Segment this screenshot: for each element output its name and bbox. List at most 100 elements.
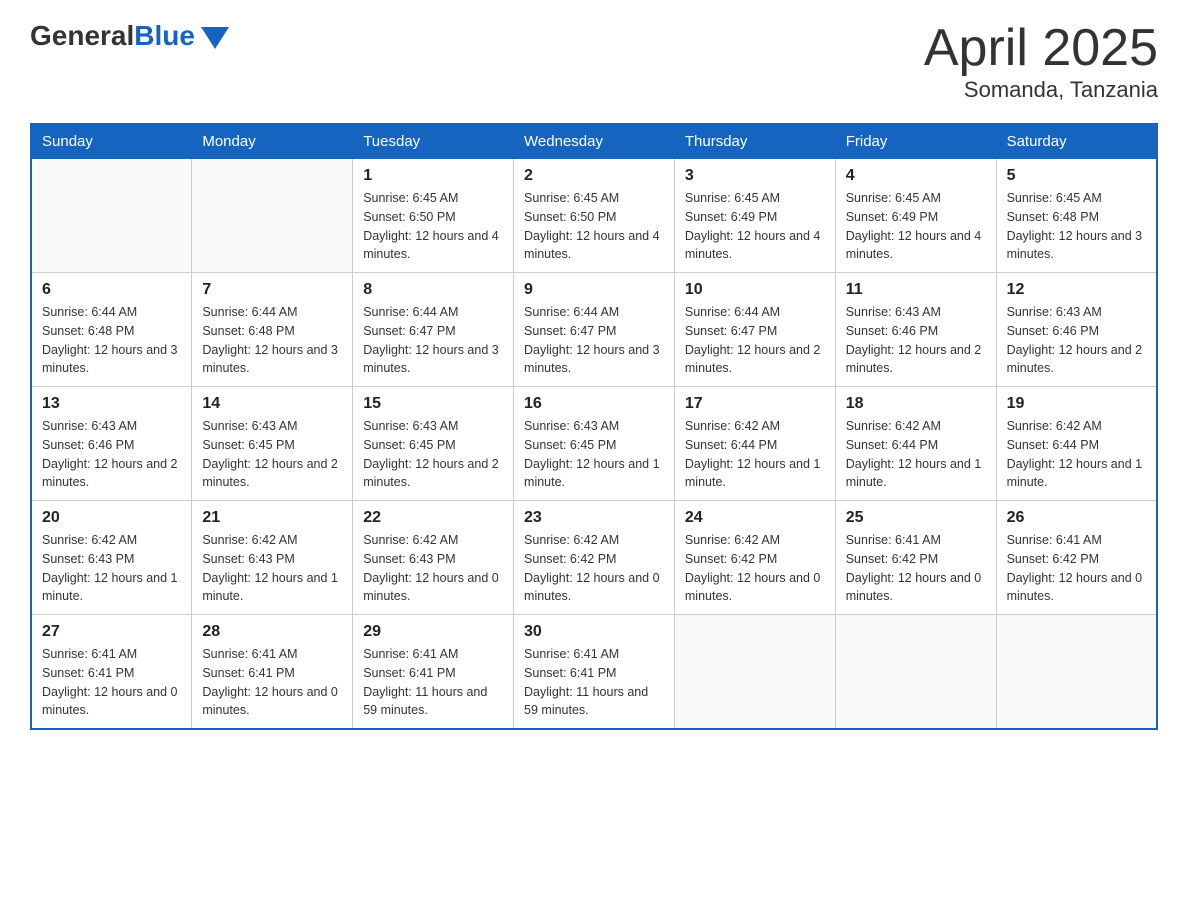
calendar-cell <box>31 159 192 273</box>
calendar-cell: 10 Sunrise: 6:44 AMSunset: 6:47 PMDayligh… <box>674 273 835 387</box>
day-number: 2 <box>524 167 664 185</box>
day-info: Sunrise: 6:42 AMSunset: 6:43 PMDaylight:… <box>202 531 342 606</box>
day-number: 6 <box>42 281 181 299</box>
title-block: April 2025 Somanda, Tanzania <box>924 20 1158 103</box>
calendar-week-row: 6 Sunrise: 6:44 AMSunset: 6:48 PMDaylight… <box>31 273 1157 387</box>
calendar-cell: 8 Sunrise: 6:44 AMSunset: 6:47 PMDaylight… <box>353 273 514 387</box>
day-number: 23 <box>524 509 664 527</box>
calendar-cell: 29Sunrise: 6:41 AMSunset: 6:41 PMDayligh… <box>353 615 514 730</box>
calendar-table: SundayMondayTuesdayWednesdayThursdayFrid… <box>30 123 1158 730</box>
day-info: Sunrise: 6:41 AMSunset: 6:42 PMDaylight:… <box>1007 531 1146 606</box>
calendar-cell: 18 Sunrise: 6:42 AMSunset: 6:44 PMDayligh… <box>835 387 996 501</box>
calendar-cell: 19 Sunrise: 6:42 AMSunset: 6:44 PMDayligh… <box>996 387 1157 501</box>
day-info: Sunrise: 6:41 AMSunset: 6:41 PMDaylight:… <box>202 645 342 720</box>
weekday-header-saturday: Saturday <box>996 124 1157 159</box>
day-info: Sunrise: 6:42 AMSunset: 6:44 PMDaylight:… <box>846 417 986 492</box>
day-number: 19 <box>1007 395 1146 413</box>
day-info: Sunrise: 6:45 AMSunset: 6:49 PMDaylight:… <box>685 189 825 264</box>
day-info: Sunrise: 6:43 AMSunset: 6:45 PMDaylight:… <box>363 417 503 492</box>
day-info: Sunrise: 6:45 AMSunset: 6:48 PMDaylight:… <box>1007 189 1146 264</box>
day-info: Sunrise: 6:44 AMSunset: 6:47 PMDaylight:… <box>524 303 664 378</box>
calendar-cell <box>996 615 1157 730</box>
day-info: Sunrise: 6:43 AMSunset: 6:45 PMDaylight:… <box>524 417 664 492</box>
day-info: Sunrise: 6:44 AMSunset: 6:47 PMDaylight:… <box>363 303 503 378</box>
weekday-header-sunday: Sunday <box>31 124 192 159</box>
calendar-title: April 2025 <box>924 20 1158 77</box>
day-number: 7 <box>202 281 342 299</box>
day-number: 25 <box>846 509 986 527</box>
day-info: Sunrise: 6:42 AMSunset: 6:42 PMDaylight:… <box>685 531 825 606</box>
day-info: Sunrise: 6:43 AMSunset: 6:46 PMDaylight:… <box>1007 303 1146 378</box>
logo-blue-text: Blue <box>134 20 195 51</box>
calendar-week-row: 20 Sunrise: 6:42 AMSunset: 6:43 PMDayligh… <box>31 501 1157 615</box>
calendar-header-row: SundayMondayTuesdayWednesdayThursdayFrid… <box>31 124 1157 159</box>
day-number: 24 <box>685 509 825 527</box>
day-number: 3 <box>685 167 825 185</box>
day-info: Sunrise: 6:42 AMSunset: 6:42 PMDaylight:… <box>524 531 664 606</box>
day-number: 15 <box>363 395 503 413</box>
day-number: 8 <box>363 281 503 299</box>
calendar-cell: 5 Sunrise: 6:45 AMSunset: 6:48 PMDaylight… <box>996 159 1157 273</box>
calendar-cell: 26 Sunrise: 6:41 AMSunset: 6:42 PMDayligh… <box>996 501 1157 615</box>
calendar-cell: 28Sunrise: 6:41 AMSunset: 6:41 PMDayligh… <box>192 615 353 730</box>
day-number: 29 <box>363 623 503 641</box>
day-number: 14 <box>202 395 342 413</box>
calendar-cell: 1Sunrise: 6:45 AMSunset: 6:50 PMDaylight… <box>353 159 514 273</box>
logo: GeneralBlue <box>30 20 229 52</box>
day-number: 27 <box>42 623 181 641</box>
calendar-cell: 7Sunrise: 6:44 AMSunset: 6:48 PMDaylight… <box>192 273 353 387</box>
day-number: 16 <box>524 395 664 413</box>
day-number: 13 <box>42 395 181 413</box>
day-number: 5 <box>1007 167 1146 185</box>
day-number: 22 <box>363 509 503 527</box>
calendar-cell: 12 Sunrise: 6:43 AMSunset: 6:46 PMDayligh… <box>996 273 1157 387</box>
calendar-cell: 13Sunrise: 6:43 AMSunset: 6:46 PMDayligh… <box>31 387 192 501</box>
day-info: Sunrise: 6:42 AMSunset: 6:44 PMDaylight:… <box>1007 417 1146 492</box>
logo-triangle-icon <box>201 27 229 49</box>
day-number: 10 <box>685 281 825 299</box>
day-number: 12 <box>1007 281 1146 299</box>
logo-wordmark: GeneralBlue <box>30 20 195 52</box>
day-number: 17 <box>685 395 825 413</box>
calendar-cell: 4 Sunrise: 6:45 AMSunset: 6:49 PMDaylight… <box>835 159 996 273</box>
day-info: Sunrise: 6:45 AMSunset: 6:50 PMDaylight:… <box>524 189 664 264</box>
day-number: 26 <box>1007 509 1146 527</box>
day-info: Sunrise: 6:41 AMSunset: 6:41 PMDaylight:… <box>524 645 664 720</box>
day-number: 11 <box>846 281 986 299</box>
weekday-header-wednesday: Wednesday <box>514 124 675 159</box>
calendar-subtitle: Somanda, Tanzania <box>924 77 1158 103</box>
calendar-cell: 16 Sunrise: 6:43 AMSunset: 6:45 PMDayligh… <box>514 387 675 501</box>
calendar-cell <box>192 159 353 273</box>
day-info: Sunrise: 6:42 AMSunset: 6:44 PMDaylight:… <box>685 417 825 492</box>
day-number: 18 <box>846 395 986 413</box>
day-info: Sunrise: 6:41 AMSunset: 6:41 PMDaylight:… <box>42 645 181 720</box>
calendar-cell <box>835 615 996 730</box>
day-info: Sunrise: 6:42 AMSunset: 6:43 PMDaylight:… <box>363 531 503 606</box>
day-info: Sunrise: 6:45 AMSunset: 6:49 PMDaylight:… <box>846 189 986 264</box>
calendar-cell <box>674 615 835 730</box>
page-header: GeneralBlue April 2025 Somanda, Tanzania <box>30 20 1158 103</box>
day-number: 21 <box>202 509 342 527</box>
calendar-cell: 27 Sunrise: 6:41 AMSunset: 6:41 PMDayligh… <box>31 615 192 730</box>
calendar-week-row: 13Sunrise: 6:43 AMSunset: 6:46 PMDayligh… <box>31 387 1157 501</box>
calendar-cell: 30Sunrise: 6:41 AMSunset: 6:41 PMDayligh… <box>514 615 675 730</box>
weekday-header-monday: Monday <box>192 124 353 159</box>
day-number: 9 <box>524 281 664 299</box>
calendar-cell: 22 Sunrise: 6:42 AMSunset: 6:43 PMDayligh… <box>353 501 514 615</box>
day-number: 4 <box>846 167 986 185</box>
day-info: Sunrise: 6:44 AMSunset: 6:47 PMDaylight:… <box>685 303 825 378</box>
weekday-header-friday: Friday <box>835 124 996 159</box>
calendar-cell: 25Sunrise: 6:41 AMSunset: 6:42 PMDayligh… <box>835 501 996 615</box>
day-info: Sunrise: 6:43 AMSunset: 6:45 PMDaylight:… <box>202 417 342 492</box>
day-info: Sunrise: 6:45 AMSunset: 6:50 PMDaylight:… <box>363 189 503 264</box>
calendar-cell: 17 Sunrise: 6:42 AMSunset: 6:44 PMDayligh… <box>674 387 835 501</box>
day-info: Sunrise: 6:44 AMSunset: 6:48 PMDaylight:… <box>42 303 181 378</box>
calendar-cell: 6 Sunrise: 6:44 AMSunset: 6:48 PMDaylight… <box>31 273 192 387</box>
calendar-cell: 9 Sunrise: 6:44 AMSunset: 6:47 PMDaylight… <box>514 273 675 387</box>
calendar-week-row: 1Sunrise: 6:45 AMSunset: 6:50 PMDaylight… <box>31 159 1157 273</box>
calendar-cell: 14 Sunrise: 6:43 AMSunset: 6:45 PMDayligh… <box>192 387 353 501</box>
calendar-cell: 20 Sunrise: 6:42 AMSunset: 6:43 PMDayligh… <box>31 501 192 615</box>
day-number: 20 <box>42 509 181 527</box>
day-info: Sunrise: 6:42 AMSunset: 6:43 PMDaylight:… <box>42 531 181 606</box>
day-info: Sunrise: 6:43 AMSunset: 6:46 PMDaylight:… <box>846 303 986 378</box>
